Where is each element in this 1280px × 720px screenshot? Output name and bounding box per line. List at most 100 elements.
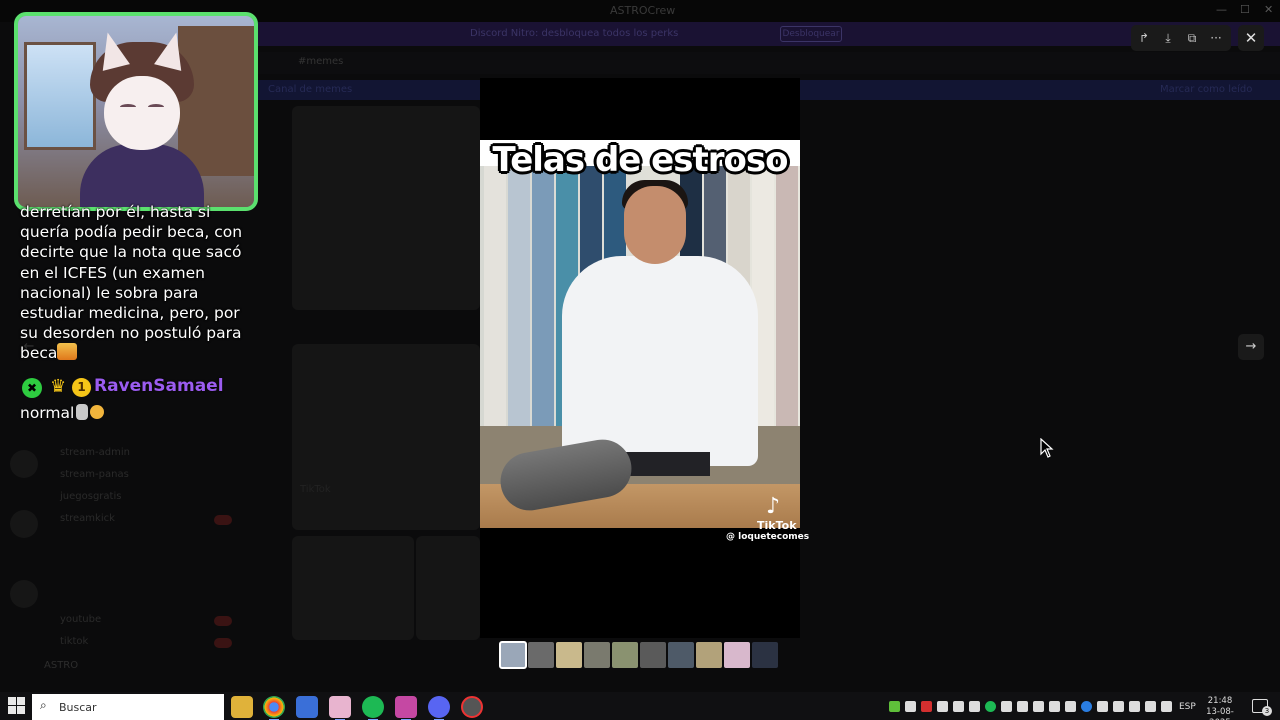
- fabric-bolt: [484, 166, 506, 466]
- discord-icon[interactable]: [428, 696, 450, 720]
- background-video-caption: TikTok: [300, 484, 331, 495]
- presenter-head: [624, 186, 686, 264]
- background-message-video: [292, 344, 480, 530]
- chat-line-last: beca: [20, 343, 260, 363]
- fabric-bolt: [776, 166, 798, 466]
- tiktok-logo-icon: ♪: [766, 494, 781, 519]
- window-close-icon: ✕: [1264, 3, 1274, 16]
- background-header: [258, 52, 1280, 74]
- chat-line: quería podía pedir beca, con: [20, 223, 243, 242]
- background-mark-read: Marcar como leído: [1160, 84, 1253, 95]
- media-thumbnail[interactable]: [528, 642, 554, 668]
- party-emote-icon: [57, 343, 78, 361]
- media-thumbnail[interactable]: [584, 642, 610, 668]
- tray-app-icon[interactable]: [1065, 701, 1076, 712]
- avatar-eye-right: [148, 104, 164, 110]
- background-channel-item: youtube: [60, 614, 102, 625]
- background-channel-item: juegosgratis: [60, 491, 122, 502]
- background-banner-button: Desbloquear: [780, 26, 842, 42]
- tray-app-icon[interactable]: [969, 701, 980, 712]
- video-player[interactable]: [480, 140, 800, 528]
- tray-app-icon[interactable]: [921, 701, 932, 712]
- taskbar-search-placeholder: Buscar: [59, 701, 97, 714]
- background-channel-item: stream-admin: [60, 447, 130, 458]
- clock-time: 21:48: [1207, 696, 1233, 706]
- screen: ASTROCrew — ☐ ✕ Discord Nitro: desbloque…: [0, 0, 1280, 720]
- chat-line: estudiar medicina, pero, por: [20, 304, 240, 323]
- background-channel-item: streamkick: [60, 513, 115, 524]
- media-thumbnail[interactable]: [640, 642, 666, 668]
- app-pinned-icon[interactable]: [395, 696, 417, 720]
- media-thumbnail[interactable]: [499, 641, 527, 669]
- tray-app-icon[interactable]: [953, 701, 964, 712]
- chat-line: en el ICFES (un examen: [20, 263, 205, 282]
- background-message-image-2: [292, 536, 414, 640]
- chat-username: RavenSamael: [94, 376, 224, 396]
- media-thumbnail[interactable]: [724, 642, 750, 668]
- spotify-tray-icon[interactable]: [985, 701, 996, 712]
- search-icon: ⌕: [40, 698, 47, 712]
- minimize-icon: —: [1216, 3, 1227, 16]
- tray-app-icon[interactable]: [937, 701, 948, 712]
- taskbar-clock[interactable]: 21:48 13-08-2025: [1199, 696, 1241, 720]
- close-viewer-button[interactable]: ✕: [1238, 25, 1264, 51]
- tray-app-icon[interactable]: [1001, 701, 1012, 712]
- tiktok-watermark-handle: @ loquetecomes: [726, 532, 810, 542]
- background-server-icon: [10, 510, 38, 538]
- start-tile: [8, 697, 16, 705]
- background-message-image-3: [416, 536, 480, 640]
- statue-emote-icon: [76, 404, 89, 420]
- avatar-bookshelf: [178, 26, 254, 176]
- hand-emote-icon: [90, 405, 105, 419]
- clock-date: 13-08-2025: [1206, 707, 1234, 720]
- avatar-mask: [104, 76, 180, 150]
- background-new-messages-text: Canal de memes: [268, 84, 353, 95]
- tray-app-icon[interactable]: [1017, 701, 1028, 712]
- nvidia-tray-icon[interactable]: [889, 701, 900, 712]
- background-banner-text: Discord Nitro: desbloquea todos los perk…: [470, 28, 679, 39]
- spotify-icon[interactable]: [362, 696, 384, 720]
- app-pinned-icon[interactable]: [296, 696, 318, 718]
- tray-app-icon[interactable]: [1097, 701, 1108, 712]
- background-channel-item: stream-panas: [60, 469, 129, 480]
- forward-icon[interactable]: ↱: [1134, 28, 1154, 48]
- avatar-eye-left: [120, 104, 136, 110]
- volume-tray-icon[interactable]: [1161, 701, 1172, 712]
- maximize-icon: ☐: [1240, 3, 1250, 16]
- windows-start-button[interactable]: [8, 697, 26, 715]
- chat-message-2: normal: [20, 404, 105, 422]
- moderator-badge-icon: ✖: [22, 378, 42, 398]
- open-external-icon[interactable]: ⧉: [1182, 28, 1202, 48]
- stream-chat-message: derretían por él, hasta si quería podía …: [20, 202, 260, 364]
- background-message-image: [292, 106, 480, 310]
- chat-line: decirte que la nota que sacó: [20, 243, 242, 262]
- tiktok-watermark-label: TikTok: [757, 519, 797, 532]
- tray-app-icon[interactable]: [905, 701, 916, 712]
- bluetooth-tray-icon[interactable]: [1081, 701, 1092, 712]
- background-banner: [258, 22, 1280, 46]
- background-channel-item: tiktok: [60, 636, 89, 647]
- crown-badge-icon: ♛: [50, 376, 67, 397]
- video-title-overlay: Telas de estroso: [492, 140, 789, 180]
- more-icon[interactable]: ···: [1206, 28, 1226, 48]
- tray-app-icon[interactable]: [1033, 701, 1044, 712]
- network-tray-icon[interactable]: [1145, 701, 1156, 712]
- presenter-shirt: [562, 256, 758, 466]
- tray-app-icon[interactable]: [1129, 701, 1140, 712]
- file-explorer-icon[interactable]: [231, 696, 253, 718]
- app-pinned-icon[interactable]: [329, 696, 351, 720]
- microphone-tray-icon[interactable]: [1049, 701, 1060, 712]
- media-thumbnail[interactable]: [612, 642, 638, 668]
- media-thumbnail[interactable]: [752, 642, 778, 668]
- obs-icon[interactable]: [461, 696, 483, 718]
- background-server-icon: [10, 580, 38, 608]
- media-thumbnail[interactable]: [556, 642, 582, 668]
- tray-app-icon[interactable]: [1113, 701, 1124, 712]
- background-unread-badge: [214, 616, 232, 626]
- input-language[interactable]: ESP: [1179, 702, 1196, 712]
- download-icon[interactable]: ⤓: [1158, 28, 1178, 48]
- next-media-button[interactable]: →: [1238, 334, 1264, 360]
- chrome-icon[interactable]: [263, 696, 285, 720]
- media-thumbnail[interactable]: [696, 642, 722, 668]
- media-thumbnail[interactable]: [668, 642, 694, 668]
